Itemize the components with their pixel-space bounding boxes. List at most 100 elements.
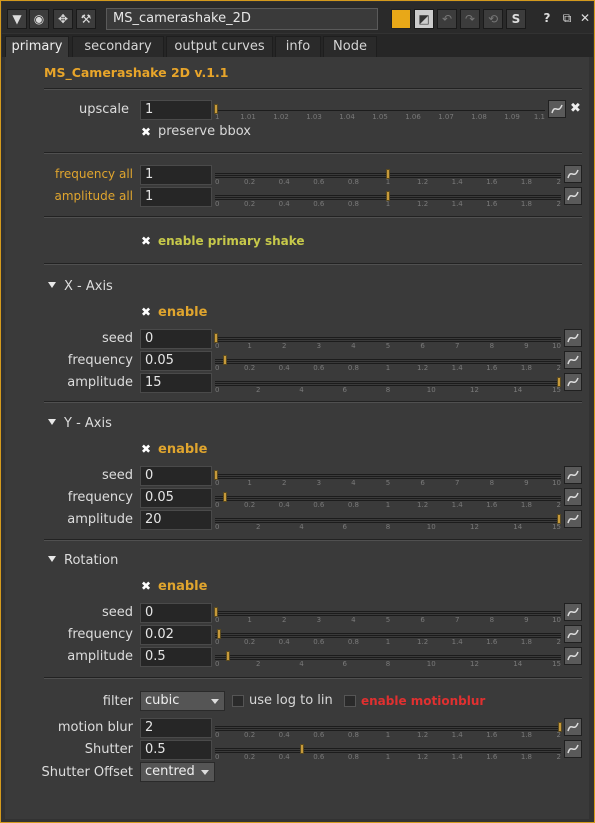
animation-curve-icon[interactable] [548,100,566,118]
tick-label: 6 [342,523,347,531]
animation-curve-icon[interactable] [564,718,582,736]
animation-curve-icon[interactable] [564,466,582,484]
animation-curve-icon[interactable] [564,373,582,391]
rotation-enable-checkbox[interactable]: ✖ [141,580,153,592]
remove-icon[interactable]: ✖ [570,101,581,116]
tick-label: 10 [426,386,436,394]
x-amplitude-label: amplitude [67,375,133,390]
collapse-icon[interactable]: ▼ [7,9,27,29]
close-icon[interactable]: ✕ [575,9,595,29]
x-frequency-slider[interactable]: 0 0.2 0.4 0.6 0.8 1 1.2 1.4 1.6 1.8 2 [215,353,561,372]
use-log-to-lin-checkbox[interactable] [232,695,244,707]
tab-secondary[interactable]: secondary [72,36,164,57]
tick-label: 4 [299,660,304,668]
tab-output-curves[interactable]: output curves [166,36,273,57]
animation-curve-icon[interactable] [564,647,582,665]
float-window-icon[interactable]: ⧉ [557,9,577,29]
rotation-frequency-label: frequency [67,627,133,642]
y-amplitude-field[interactable]: 20 [140,510,212,530]
tick-label: 0.8 [347,638,359,646]
undo-icon[interactable]: ↶ [437,9,457,29]
tick-label: 3 [316,479,322,487]
x-frequency-field[interactable]: 0.05 [140,351,212,371]
rotation-frequency-field[interactable]: 0.02 [140,625,212,645]
animation-curve-icon[interactable] [564,488,582,506]
tick-label: 0.8 [347,501,359,509]
collapse-rotation-icon[interactable] [48,556,56,562]
x-axis-enable-checkbox[interactable]: ✖ [141,306,153,318]
amplitude-all-field[interactable]: 1 [140,187,212,207]
revert-icon[interactable]: ⟲ [483,9,503,29]
shutter-field[interactable]: 0.5 [140,740,212,760]
redo-icon[interactable]: ↷ [460,9,480,29]
frequency-all-field[interactable]: 1 [140,165,212,185]
tick-label: 0 [215,200,220,208]
preserve-bbox-checkbox[interactable]: ✖ [141,126,153,138]
animation-curve-icon[interactable] [564,329,582,347]
center-node-icon[interactable]: ◉ [29,9,49,29]
enable-motionblur-checkbox[interactable] [344,695,356,707]
y-seed-slider[interactable]: 0 1 2 3 4 5 6 7 8 9 10 [214,468,561,487]
tick-label: 1.2 [417,501,429,509]
x-amplitude-slider[interactable]: 0 2 4 6 8 10 12 14 15 [215,375,561,394]
animation-curve-icon[interactable] [564,603,582,621]
rotation-seed-field[interactable]: 0 [140,603,212,623]
y-frequency-field[interactable]: 0.05 [140,488,212,508]
float-panel-icon[interactable]: ✥ [53,9,73,29]
tick-label: 1.8 [520,731,532,739]
tick-label: 6 [420,616,425,624]
x-seed-slider[interactable]: 0 1 2 3 4 5 6 7 8 9 10 [214,331,561,350]
tab-node[interactable]: Node [323,36,377,57]
font-color-icon[interactable]: ◩ [414,9,434,29]
y-axis-enable-checkbox[interactable]: ✖ [141,443,153,455]
tick-label: 1.2 [417,638,429,646]
settings-icon[interactable]: ⚒ [76,9,96,29]
tab-info[interactable]: info [275,36,321,57]
upscale-field[interactable]: 1 [140,100,212,120]
amplitude-all-slider[interactable]: 0 0.2 0.4 0.6 0.8 1 1.2 1.4 1.6 1.8 2 [215,189,561,208]
x-amplitude-field[interactable]: 15 [140,373,212,393]
animation-curve-icon[interactable] [564,625,582,643]
shutter-slider[interactable]: 0 0.2 0.4 0.6 0.8 1 1.2 1.4 1.6 1.8 2 [215,742,561,761]
tick-label: 1.2 [417,178,429,186]
animation-curve-icon[interactable] [564,510,582,528]
help-icon[interactable]: ? [537,9,557,29]
filter-dropdown[interactable]: cubic [140,691,225,711]
node-color-icon[interactable] [391,9,411,29]
animation-curve-icon[interactable] [564,740,582,758]
collapse-y-axis-icon[interactable] [48,419,56,425]
rotation-amplitude-slider[interactable]: 0 2 4 6 8 10 12 14 15 [215,649,561,668]
frequency-all-slider[interactable]: 0 0.2 0.4 0.6 0.8 1 1.2 1.4 1.6 1.8 2 [215,167,561,186]
rotation-seed-slider[interactable]: 0 1 2 3 4 5 6 7 8 9 10 [214,605,561,624]
script-icon[interactable]: S [506,9,526,29]
y-seed-field[interactable]: 0 [140,466,212,486]
tick-label: 2 [256,523,261,531]
motion-blur-field[interactable]: 2 [140,718,212,738]
tick-label: 1.6 [486,638,498,646]
motion-blur-slider[interactable]: 0 0.2 0.4 0.6 0.8 1 1.2 1.4 1.6 1.8 2 [215,720,562,739]
tick-label: 1.4 [451,200,463,208]
tick-label: 1.2 [417,731,429,739]
tick-label: 0.2 [244,200,256,208]
rotation-amplitude-field[interactable]: 0.5 [140,647,212,667]
tick-label: 1.05 [372,113,388,121]
tick-label: 2 [281,616,287,624]
y-frequency-slider[interactable]: 0 0.2 0.4 0.6 0.8 1 1.2 1.4 1.6 1.8 2 [215,490,561,509]
x-frequency-label: frequency [67,353,133,368]
tab-primary[interactable]: primary [5,36,69,57]
use-log-to-lin-label: use log to lin [249,693,333,708]
shutter-offset-dropdown[interactable]: centred [140,762,215,782]
y-amplitude-label: amplitude [67,512,133,527]
y-amplitude-slider[interactable]: 0 2 4 6 8 10 12 14 15 [215,512,561,531]
enable-motionblur-label: enable motionblur [361,694,486,708]
enable-primary-shake-checkbox[interactable]: ✖ [141,235,153,247]
tick-label: 0.4 [278,501,290,509]
x-seed-field[interactable]: 0 [140,329,212,349]
animation-curve-icon[interactable] [564,187,582,205]
rotation-frequency-slider[interactable]: 0 0.2 0.4 0.6 0.8 1 1.2 1.4 1.6 1.8 2 [215,627,561,646]
collapse-x-axis-icon[interactable] [48,282,56,288]
upscale-slider[interactable]: 1 1.01 1.02 1.03 1.04 1.05 1.06 1.07 1.08 1.09 1.1 [214,102,545,121]
animation-curve-icon[interactable] [564,351,582,369]
animation-curve-icon[interactable] [564,165,582,183]
node-name-field[interactable]: MS_camerashake_2D [106,8,378,30]
